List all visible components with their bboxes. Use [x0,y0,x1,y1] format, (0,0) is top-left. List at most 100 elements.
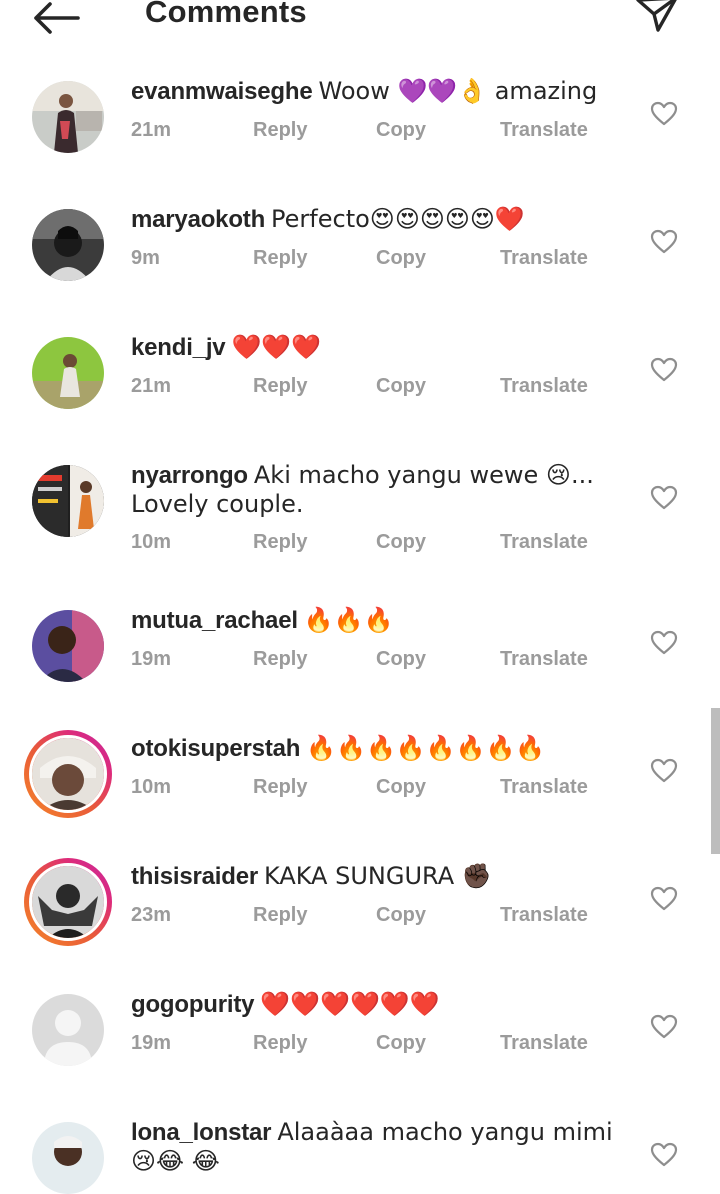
comment-time: 21m [131,119,172,141]
comment-text: kendi_jv ❤️❤️❤️ [131,333,631,362]
top-bar: Comments [0,0,720,40]
back-button[interactable] [30,0,82,36]
reply-button[interactable]: Reply [253,1032,307,1055]
comment-body: ❤️❤️❤️ [231,333,322,361]
copy-button[interactable]: Copy [376,776,426,799]
comment-text: otokisuperstah 🔥🔥🔥🔥🔥🔥🔥🔥 [131,734,631,763]
like-button[interactable] [650,101,678,127]
comment-username[interactable]: lona_lonstar [131,1119,272,1146]
comment-body: 🔥🔥🔥🔥🔥🔥🔥🔥 [306,734,546,762]
comment-text: gogopurity ❤️❤️❤️❤️❤️❤️ [131,990,631,1019]
copy-button[interactable]: Copy [376,648,426,671]
reply-button[interactable]: Reply [253,247,307,270]
reply-button[interactable]: Reply [253,648,307,671]
comment-text: nyarrongo Aki macho yangu wewe 😢... Lovel… [131,461,631,519]
reply-button[interactable]: Reply [253,375,307,398]
translate-button[interactable]: Translate [500,375,588,398]
copy-button[interactable]: Copy [376,119,426,142]
reply-button[interactable]: Reply [253,531,307,554]
comment-body: KAKA SUNGURA ✊🏿 [264,862,492,890]
paper-plane-icon [636,0,677,32]
like-button[interactable] [650,1142,678,1168]
avatar[interactable] [32,1122,104,1194]
heart-outline-icon [650,485,678,510]
copy-button[interactable]: Copy [376,904,426,927]
avatar[interactable] [32,610,104,682]
avatar [29,735,107,813]
avatar[interactable] [32,465,104,537]
avatar-photo [32,209,104,281]
arrow-left-icon [34,2,80,34]
like-button[interactable] [650,886,678,912]
translate-button[interactable]: Translate [500,531,588,554]
avatar-story-ring[interactable] [24,730,112,818]
comment-username[interactable]: nyarrongo [131,462,248,489]
comment-body: Woow 💜💜👌 amazing [318,77,598,105]
comment-body: ❤️❤️❤️❤️❤️❤️ [260,990,440,1018]
avatar-photo [32,738,104,810]
comment-meta: 21m Reply Copy Translate [131,119,611,145]
like-button[interactable] [650,630,678,656]
avatar[interactable] [32,337,104,409]
like-button[interactable] [650,1014,678,1040]
avatar-photo [32,866,104,938]
avatar-story-ring[interactable] [24,858,112,946]
heart-outline-icon [650,630,678,655]
avatar[interactable] [32,81,104,153]
comment-username[interactable]: thisisraider [131,863,258,890]
comment-username[interactable]: mutua_rachael [131,607,298,634]
reply-button[interactable]: Reply [253,904,307,927]
comment-username[interactable]: maryaokoth [131,206,265,233]
comment-username[interactable]: kendi_jv [131,334,226,361]
comment-body: Perfecto😍😍😍😍😍❤️ [271,205,525,233]
avatar[interactable] [32,994,104,1066]
translate-button[interactable]: Translate [500,247,588,270]
comment-time: 10m [131,531,172,553]
like-button[interactable] [650,357,678,383]
translate-button[interactable]: Translate [500,648,588,671]
translate-button[interactable]: Translate [500,904,588,927]
comment-meta: 21m Reply Copy Translate [131,375,611,401]
copy-button[interactable]: Copy [376,531,426,554]
avatar-photo [32,610,104,682]
heart-outline-icon [650,758,678,783]
comment-time: 23m [131,904,172,926]
reply-button[interactable]: Reply [253,776,307,799]
comment-time: 21m [131,375,172,397]
comment-meta: 19m Reply Copy Translate [131,1032,611,1058]
scrollbar[interactable] [711,708,720,854]
comment-text: mutua_rachael 🔥🔥🔥 [131,606,631,635]
translate-button[interactable]: Translate [500,776,588,799]
heart-outline-icon [650,229,678,254]
comment-text: lona_lonstar Alaaàaa macho yangu mimi😢😂 😂 [131,1118,631,1176]
heart-outline-icon [650,886,678,911]
default-avatar-icon [32,994,104,1066]
comment-time: 9m [131,247,160,269]
copy-button[interactable]: Copy [376,375,426,398]
send-button[interactable] [632,0,680,34]
comment-meta: 23m Reply Copy Translate [131,904,611,930]
copy-button[interactable]: Copy [376,247,426,270]
reply-button[interactable]: Reply [253,119,307,142]
comment-time: 19m [131,648,172,670]
page-title: Comments [145,0,307,29]
heart-outline-icon [650,1014,678,1039]
comment-username[interactable]: evanmwaiseghe [131,78,313,105]
heart-outline-icon [650,1142,678,1167]
avatar-photo [32,1122,104,1194]
comment-time: 19m [131,1032,172,1054]
comment-text: thisisraider KAKA SUNGURA ✊🏿 [131,862,631,891]
translate-button[interactable]: Translate [500,119,588,142]
comment-username[interactable]: otokisuperstah [131,735,300,762]
comment-username[interactable]: gogopurity [131,991,255,1018]
heart-outline-icon [650,101,678,126]
like-button[interactable] [650,229,678,255]
avatar-photo [32,465,104,537]
like-button[interactable] [650,758,678,784]
like-button[interactable] [650,485,678,511]
copy-button[interactable]: Copy [376,1032,426,1055]
avatar[interactable] [32,209,104,281]
comment-text: evanmwaiseghe Woow 💜💜👌 amazing [131,77,631,106]
comment-meta: 19m Reply Copy Translate [131,648,611,674]
translate-button[interactable]: Translate [500,1032,588,1055]
